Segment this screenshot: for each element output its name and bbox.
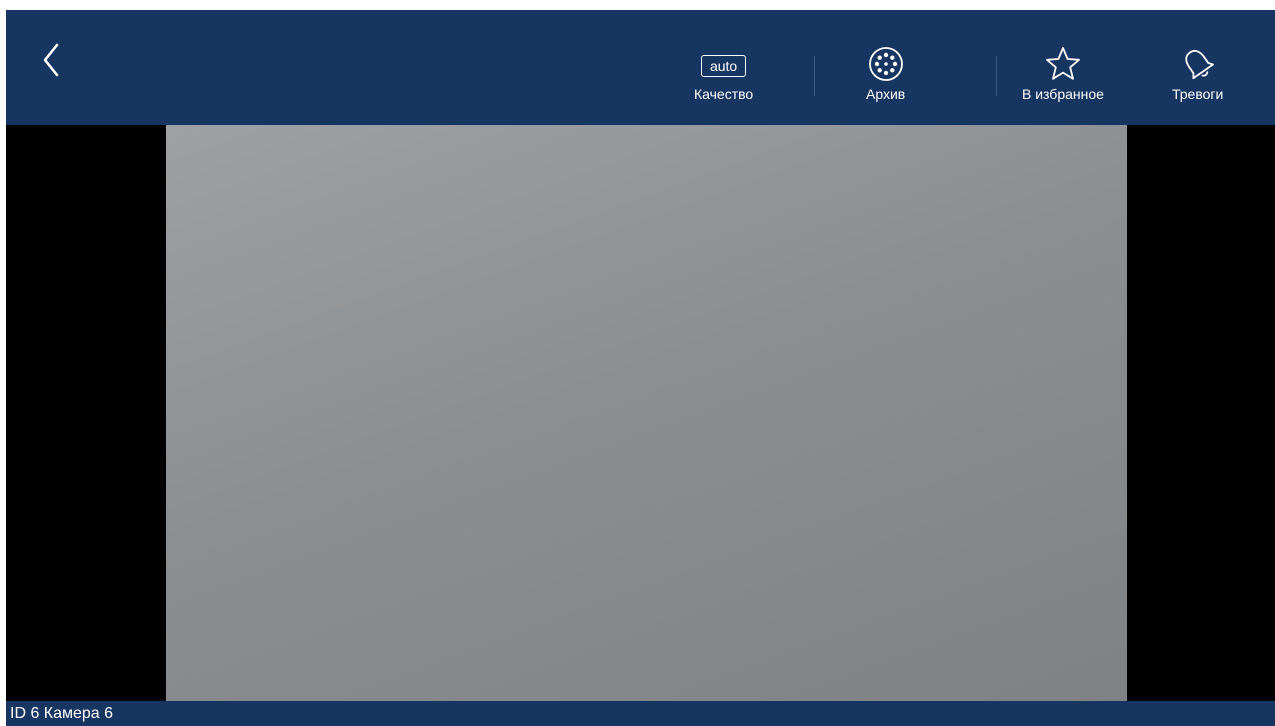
favorite-button[interactable]: В избранное: [1022, 46, 1104, 102]
toolbar-divider: [996, 56, 997, 96]
bell-icon: [1179, 45, 1217, 88]
alarms-label: Тревоги: [1172, 86, 1224, 102]
alarms-button[interactable]: Тревоги: [1172, 46, 1223, 102]
star-icon: [1044, 45, 1082, 88]
quality-label: Качество: [694, 86, 754, 102]
quality-button[interactable]: auto Качество: [694, 46, 753, 102]
chevron-left-icon: [41, 42, 61, 83]
bottom-status-bar: ID 6 Камера 6: [6, 701, 1275, 726]
back-button[interactable]: [36, 42, 66, 82]
favorite-label: В избранное: [1022, 86, 1104, 102]
camera-view-screen: auto Качество Архив В избранное Тревоги …: [6, 10, 1275, 726]
archive-label: Архив: [866, 86, 906, 102]
archive-button[interactable]: Архив: [866, 46, 905, 102]
camera-video-feed[interactable]: [166, 125, 1127, 701]
top-toolbar: auto Качество Архив В избранное Тревоги: [6, 10, 1275, 125]
film-reel-icon: [867, 45, 905, 88]
toolbar-divider: [814, 56, 815, 96]
video-frame-placeholder: [166, 125, 1127, 701]
quality-auto-badge: auto: [700, 55, 747, 77]
camera-id-label: ID 6 Камера 6: [10, 705, 114, 722]
